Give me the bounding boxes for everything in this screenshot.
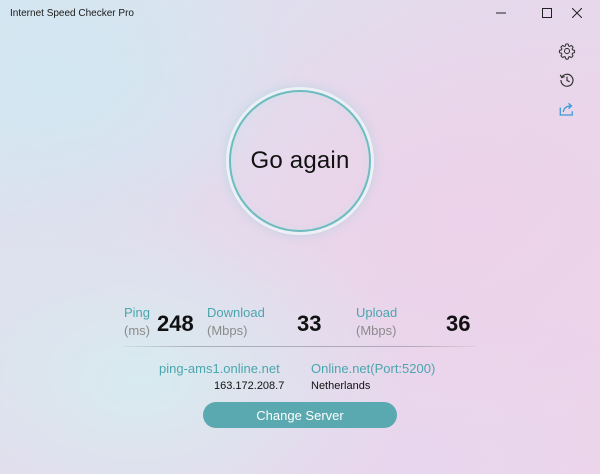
history-button[interactable] xyxy=(556,69,578,91)
ping-unit: (ms) xyxy=(124,323,150,338)
go-again-label: Go again xyxy=(250,147,350,174)
app-title: Internet Speed Checker Pro xyxy=(10,8,134,19)
close-icon xyxy=(572,8,582,18)
server-country: Netherlands xyxy=(311,380,371,392)
results-divider xyxy=(124,346,476,347)
download-value: 33 xyxy=(297,311,322,336)
share-button[interactable] xyxy=(556,98,578,120)
change-server-button[interactable]: Change Server xyxy=(203,402,397,428)
server-ip: 163.172.208.7 xyxy=(214,380,285,392)
go-again-button[interactable]: Go again xyxy=(229,90,371,232)
minimize-icon xyxy=(496,12,506,14)
upload-unit: (Mbps) xyxy=(356,323,397,338)
settings-button[interactable] xyxy=(556,40,578,62)
ping-label: Ping xyxy=(124,305,151,320)
upload-label: Upload xyxy=(356,305,398,320)
maximize-icon xyxy=(542,8,552,18)
ping-value: 248 xyxy=(157,311,194,336)
download-unit: (Mbps) xyxy=(207,323,248,338)
download-label: Download xyxy=(207,305,265,320)
title-bar: Internet Speed Checker Pro xyxy=(0,0,600,28)
share-icon xyxy=(559,102,573,116)
minimize-button[interactable] xyxy=(478,0,524,26)
upload-value: 36 xyxy=(446,311,471,336)
close-button[interactable] xyxy=(554,0,600,26)
gear-icon xyxy=(558,43,576,60)
server-provider: Online.net(Port:5200) xyxy=(311,361,436,376)
history-icon xyxy=(559,73,574,87)
server-host: ping-ams1.online.net xyxy=(159,361,280,376)
